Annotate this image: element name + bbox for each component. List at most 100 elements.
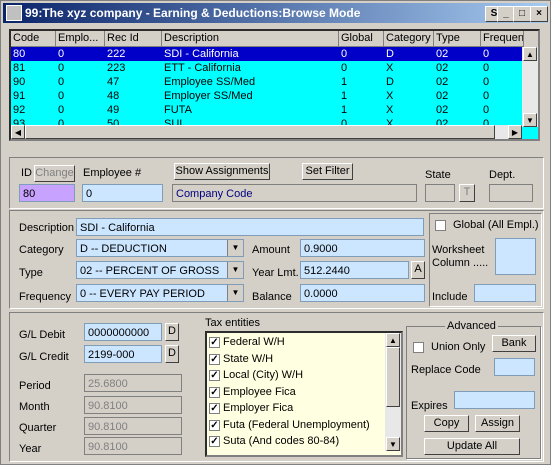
window-title: 99:The xyz company - Earning & Deduction… bbox=[25, 6, 361, 20]
show-assignments-button[interactable]: Show Assignments bbox=[174, 163, 270, 180]
expires-field[interactable] bbox=[454, 391, 535, 409]
grid-header: Code Emplo... Rec Id Description Global … bbox=[11, 31, 538, 47]
worksheet-column-label: Worksheet Column ..... bbox=[432, 244, 489, 269]
col-frequency-header[interactable]: Frequenc bbox=[481, 31, 524, 47]
maximize-button[interactable]: □ bbox=[513, 6, 531, 22]
table-row[interactable]: 92 0 49 FUTA 1 X 02 0 bbox=[11, 103, 530, 117]
col-type-header[interactable]: Type bbox=[434, 31, 481, 47]
table-cell: FUTA bbox=[164, 104, 192, 116]
t-button[interactable]: T bbox=[459, 184, 475, 202]
category-dropdown-icon[interactable]: ▼ bbox=[227, 240, 243, 256]
col-employee-header[interactable]: Emplo... bbox=[56, 31, 105, 47]
tax-entity-label: Employee Fica bbox=[223, 385, 296, 398]
col-description-header[interactable]: Description bbox=[162, 31, 339, 47]
app-icon[interactable] bbox=[6, 5, 22, 21]
period-label: Period bbox=[19, 380, 51, 392]
close-button[interactable]: × bbox=[530, 6, 548, 22]
quarter-label: Quarter bbox=[19, 422, 57, 434]
table-cell: Employee SS/Med bbox=[164, 76, 256, 88]
worksheet-column-field[interactable] bbox=[495, 238, 536, 275]
table-cell: SDI - California bbox=[164, 48, 239, 60]
frequency-combo[interactable]: 0 -- EVERY PAY PERIOD ▼ bbox=[76, 284, 244, 302]
global-label: Global (All Empl.) bbox=[453, 219, 539, 231]
tax-entity-checkbox[interactable]: ✓ bbox=[209, 419, 220, 431]
table-row[interactable]: 81 0 223 ETT - California 0 X 02 0 bbox=[11, 61, 530, 75]
description-field[interactable]: SDI - California bbox=[76, 218, 424, 236]
state-label: State bbox=[425, 169, 451, 181]
table-cell: 49 bbox=[107, 104, 120, 116]
type-label: Type bbox=[19, 267, 43, 279]
col-category-header[interactable]: Category bbox=[384, 31, 434, 47]
scroll-left-button[interactable]: ◀ bbox=[11, 125, 25, 139]
title-bar[interactable]: 99:The xyz company - Earning & Deduction… bbox=[3, 3, 548, 23]
tax-entity-checkbox[interactable]: ✓ bbox=[209, 370, 220, 381]
table-row[interactable]: 90 0 47 Employee SS/Med 1 D 02 0 bbox=[11, 75, 530, 89]
set-filter-button[interactable]: Set Filter bbox=[302, 163, 353, 180]
table-cell: 02 bbox=[436, 76, 449, 88]
change-button[interactable]: Change bbox=[34, 165, 75, 182]
scroll-right-button[interactable]: ▶ bbox=[508, 125, 522, 139]
table-row[interactable]: 91 0 48 Employer SS/Med 1 X 02 0 bbox=[11, 89, 530, 103]
main-window: 99:The xyz company - Earning & Deduction… bbox=[0, 0, 551, 465]
table-cell: 47 bbox=[107, 76, 120, 88]
col-global-header[interactable]: Global bbox=[339, 31, 384, 47]
table-cell: 02 bbox=[436, 90, 449, 102]
type-value: 02 -- PERCENT OF GROSS bbox=[80, 265, 220, 277]
table-row[interactable]: 80 0 222 SDI - California 0 D 02 0 bbox=[11, 47, 530, 61]
update-all-button[interactable]: Update All bbox=[424, 438, 520, 455]
include-field[interactable] bbox=[474, 284, 536, 302]
scroll-down-button[interactable]: ▼ bbox=[523, 113, 537, 127]
union-only-checkbox[interactable] bbox=[413, 342, 424, 353]
horizontal-scroll-thumb[interactable] bbox=[25, 125, 495, 139]
tax-scroll-up-button[interactable]: ▲ bbox=[386, 333, 400, 347]
table-cell: 0 bbox=[341, 48, 348, 60]
tax-entity-checkbox[interactable]: ✓ bbox=[209, 436, 220, 447]
tax-entity-checkbox[interactable]: ✓ bbox=[209, 386, 220, 398]
id-field[interactable]: 80 bbox=[19, 184, 75, 202]
gl-credit-field[interactable]: 2199-000 bbox=[84, 345, 162, 363]
tax-list-scrollbar[interactable]: ▲ ▼ bbox=[385, 333, 401, 451]
table-cell: 0 bbox=[483, 90, 490, 102]
gl-credit-d-button[interactable]: D bbox=[165, 345, 179, 363]
tax-entity-checkbox[interactable]: ✓ bbox=[209, 353, 220, 365]
table-cell: 0 bbox=[58, 48, 65, 60]
tax-scroll-down-button[interactable]: ▼ bbox=[386, 437, 400, 451]
tax-scroll-thumb[interactable] bbox=[386, 347, 400, 407]
global-checkbox[interactable] bbox=[435, 220, 446, 231]
tax-entities-list[interactable]: ✓ Federal W/H ✓ State W/H ✓ Local (City) W/H ✓… bbox=[205, 331, 403, 457]
category-combo[interactable]: D -- DEDUCTION ▼ bbox=[76, 239, 244, 257]
balance-field[interactable]: 0.0000 bbox=[300, 284, 425, 302]
copy-button[interactable]: Copy bbox=[424, 415, 469, 432]
employee-field[interactable]: 0 bbox=[82, 184, 163, 202]
scroll-up-button[interactable]: ▲ bbox=[523, 47, 537, 61]
table-cell: 1 bbox=[341, 90, 348, 102]
amount-label: Amount bbox=[252, 244, 290, 256]
tax-entity-checkbox[interactable]: ✓ bbox=[209, 337, 220, 348]
grid-horizontal-scrollbar[interactable]: ◀ ▶ bbox=[11, 125, 522, 139]
records-grid[interactable]: Code Emplo... Rec Id Description Global … bbox=[9, 29, 540, 141]
table-cell: 90 bbox=[13, 76, 26, 88]
gl-debit-field[interactable]: 0000000000 bbox=[84, 323, 162, 341]
col-code-header[interactable]: Code bbox=[11, 31, 56, 47]
assign-button[interactable]: Assign bbox=[475, 415, 520, 432]
tax-entity-label: State W/H bbox=[223, 352, 274, 365]
table-cell: X bbox=[386, 90, 394, 102]
table-cell: 0 bbox=[483, 104, 490, 116]
tax-entity-checkbox[interactable]: ✓ bbox=[209, 403, 220, 414]
amount-field[interactable]: 0.9000 bbox=[300, 239, 425, 257]
type-combo[interactable]: 02 -- PERCENT OF GROSS ▼ bbox=[76, 261, 244, 279]
id-label: ID bbox=[21, 167, 32, 179]
state-field bbox=[425, 184, 455, 202]
frequency-dropdown-icon[interactable]: ▼ bbox=[227, 285, 243, 301]
gl-debit-d-button[interactable]: D bbox=[165, 323, 179, 341]
bank-button[interactable]: Bank bbox=[492, 335, 536, 352]
year-limit-field[interactable]: 512.2440 bbox=[300, 261, 409, 279]
grid-vertical-scrollbar[interactable]: ▲ ▼ bbox=[522, 47, 538, 127]
col-recid-header[interactable]: Rec Id bbox=[105, 31, 162, 47]
company-code-field: Company Code bbox=[172, 184, 417, 202]
a-button[interactable]: A bbox=[411, 261, 425, 279]
replace-code-field[interactable] bbox=[494, 358, 535, 376]
table-cell: X bbox=[386, 62, 394, 74]
table-cell: D bbox=[386, 48, 394, 60]
type-dropdown-icon[interactable]: ▼ bbox=[227, 262, 243, 278]
